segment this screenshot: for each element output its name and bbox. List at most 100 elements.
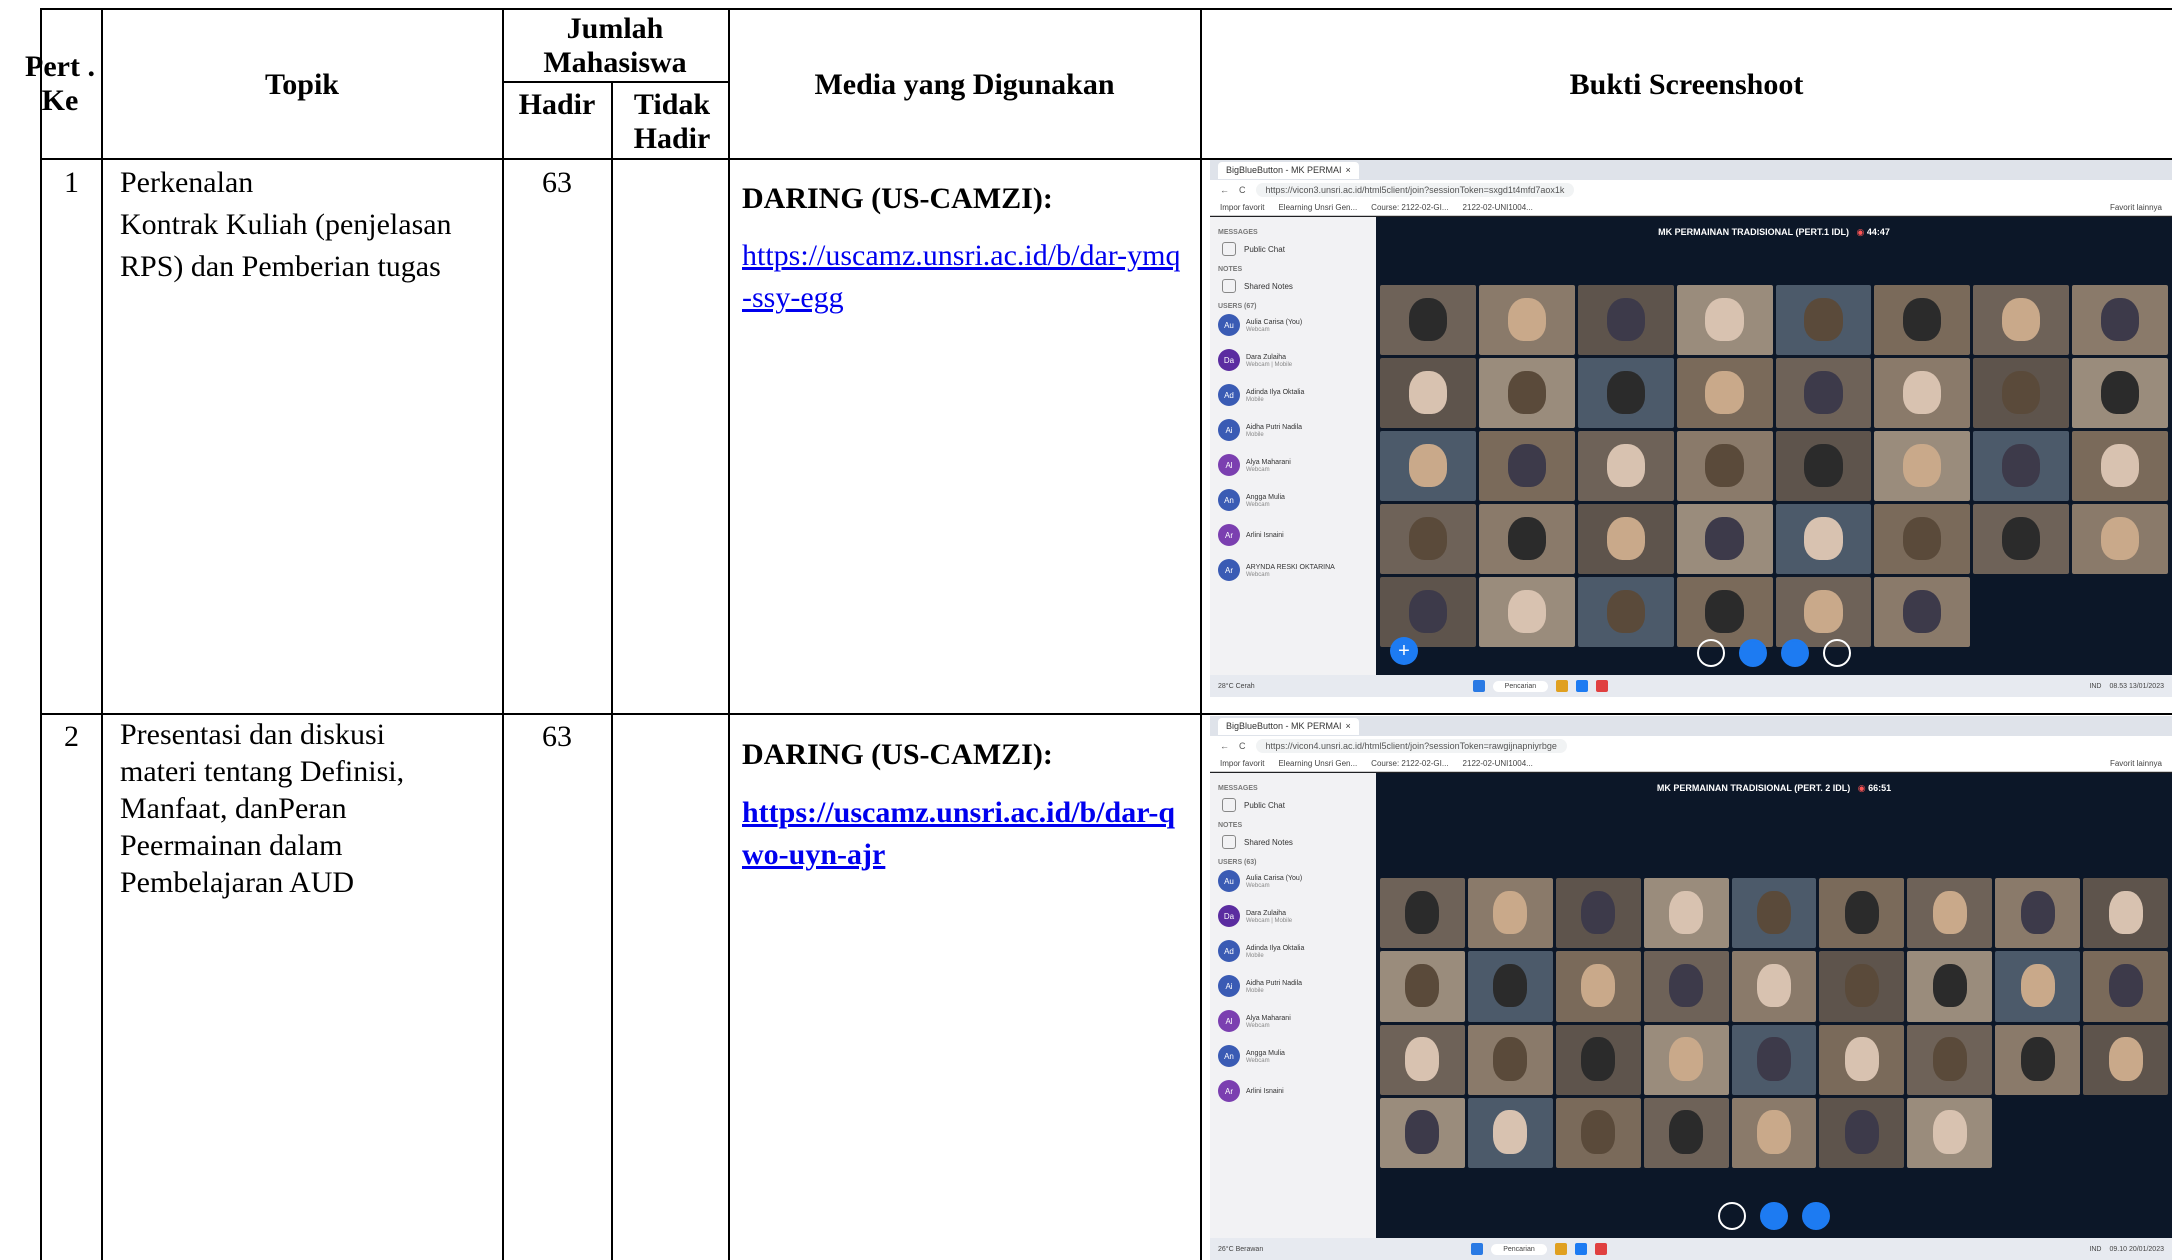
video-tile[interactable] [2072,285,2168,355]
video-tile[interactable] [1555,951,1641,1022]
browser-tab[interactable]: BigBlueButton - MK PERMAI × [1218,161,1359,179]
video-tile[interactable] [1973,431,2070,501]
video-tile[interactable] [1775,285,1872,355]
video-tile[interactable] [1819,1097,1905,1168]
video-tile[interactable] [1676,285,1773,355]
video-tile[interactable] [2072,358,2168,428]
edge-icon[interactable] [1576,680,1589,692]
user-item[interactable]: Da Dara Zulaiha Webcam | Mobile [1218,349,1368,371]
fav-course[interactable]: Course: 2122-02-GI... [1371,203,1448,212]
video-tile[interactable] [1995,951,2081,1022]
video-tile[interactable] [1995,878,2081,949]
refresh-icon[interactable]: C [1239,741,1246,751]
video-tile[interactable] [1380,504,1476,574]
video-tile[interactable] [1973,358,2070,428]
back-icon[interactable]: ← [1220,741,1229,751]
video-tile[interactable] [1555,1097,1641,1168]
video-tile[interactable] [1380,1097,1465,1168]
video-tile[interactable] [1380,358,1476,428]
start-icon[interactable] [1472,680,1485,692]
video-tile[interactable] [1380,285,1476,355]
url-field[interactable]: https://vicon4.unsri.ac.id/html5client/j… [1255,739,1567,753]
folder-icon[interactable] [1556,680,1569,692]
video-tile[interactable] [1478,431,1575,501]
audio-button[interactable] [1739,639,1767,667]
user-item[interactable]: Ad Adinda Ilya Oktalia Mobile [1218,384,1368,406]
video-tile[interactable] [1907,951,1993,1022]
video-tile[interactable] [1676,504,1773,574]
video-tile[interactable] [1874,285,1971,355]
user-item[interactable]: An Angga Mulia Webcam [1218,489,1368,511]
user-item[interactable]: Ar Arlini Isnaini [1218,1080,1368,1102]
shared-notes-item[interactable]: Shared Notes [1222,279,1368,293]
taskbar-search[interactable]: Pencarian [1492,680,1549,692]
user-item[interactable]: Au Aulia Carisa (You) Webcam [1218,870,1368,892]
video-tile[interactable] [1874,504,1971,574]
user-item[interactable]: Al Alya Maharani Webcam [1218,454,1368,476]
video-tile[interactable] [1380,878,1465,949]
video-tile[interactable] [1874,431,1971,501]
video-tile[interactable] [1555,1024,1641,1095]
weather-widget[interactable]: 28°C Cerah [1218,683,1255,690]
video-tile[interactable] [1380,1024,1465,1095]
user-item[interactable]: Da Dara Zulaiha Webcam | Mobile [1218,905,1368,927]
video-tile[interactable] [1874,577,1971,647]
video-tile[interactable] [1643,1024,1729,1095]
video-tile[interactable] [1467,1097,1553,1168]
video-tile[interactable] [1478,577,1575,647]
video-tile[interactable] [1478,285,1575,355]
video-tile[interactable] [1577,504,1674,574]
video-tile[interactable] [1775,504,1872,574]
video-tile[interactable] [1907,1024,1993,1095]
video-tile[interactable] [1819,951,1905,1022]
video-tile[interactable] [1380,951,1465,1022]
public-chat-item[interactable]: Public Chat [1222,242,1368,256]
video-tile[interactable] [1731,878,1817,949]
video-tile[interactable] [2072,431,2168,501]
video-tile[interactable] [1995,1024,2081,1095]
video-tile[interactable] [1478,504,1575,574]
mic-button[interactable] [1697,639,1725,667]
user-item[interactable]: Al Alya Maharani Webcam [1218,1010,1368,1032]
video-tile[interactable] [2083,878,2168,949]
url-field[interactable]: https://vicon3.unsri.ac.id/html5client/j… [1255,183,1575,197]
video-tile[interactable] [1907,1097,1993,1168]
back-icon[interactable]: ← [1220,185,1229,195]
video-tile[interactable] [1555,878,1641,949]
video-tile[interactable] [1973,504,2070,574]
video-tile[interactable] [1775,577,1872,647]
video-tile[interactable] [1731,1024,1817,1095]
fav-course[interactable]: Course: 2122-02-GI... [1371,759,1448,768]
video-tile[interactable] [1467,878,1553,949]
video-tile[interactable] [1467,951,1553,1022]
user-item[interactable]: Au Aulia Carisa (You) Webcam [1218,314,1368,336]
user-item[interactable]: An Angga Mulia Webcam [1218,1045,1368,1067]
video-tile[interactable] [1577,358,1674,428]
fav-elearning[interactable]: Elearning Unsri Gen... [1278,759,1357,768]
fav-other[interactable]: Favorit lainnya [2110,203,2162,212]
video-tile[interactable] [1676,431,1773,501]
camera-button[interactable] [1781,639,1809,667]
video-tile[interactable] [1577,577,1674,647]
video-tile[interactable] [1643,951,1729,1022]
video-tile[interactable] [1907,878,1993,949]
browser-tab[interactable]: BigBlueButton - MK PERMAI × [1218,717,1359,735]
video-tile[interactable] [1577,285,1674,355]
video-tile[interactable] [1973,285,2070,355]
video-tile[interactable] [2083,1024,2168,1095]
video-tile[interactable] [1643,1097,1729,1168]
edge-icon[interactable] [1574,1243,1587,1255]
video-tile[interactable] [1874,358,1971,428]
video-tile[interactable] [1731,1097,1817,1168]
video-tile[interactable] [1676,358,1773,428]
video-tile[interactable] [1577,431,1674,501]
video-tile[interactable] [1676,577,1773,647]
video-tile[interactable] [1819,878,1905,949]
fav-other[interactable]: Favorit lainnya [2110,759,2162,768]
taskbar-search[interactable]: Pencarian [1491,1243,1547,1255]
audio-button[interactable] [1760,1202,1788,1230]
language-indicator[interactable]: IND [2089,683,2101,690]
user-item[interactable]: Ar Arlini Isnaini [1218,524,1368,546]
video-tile[interactable] [2072,504,2168,574]
video-tile[interactable] [1731,951,1817,1022]
